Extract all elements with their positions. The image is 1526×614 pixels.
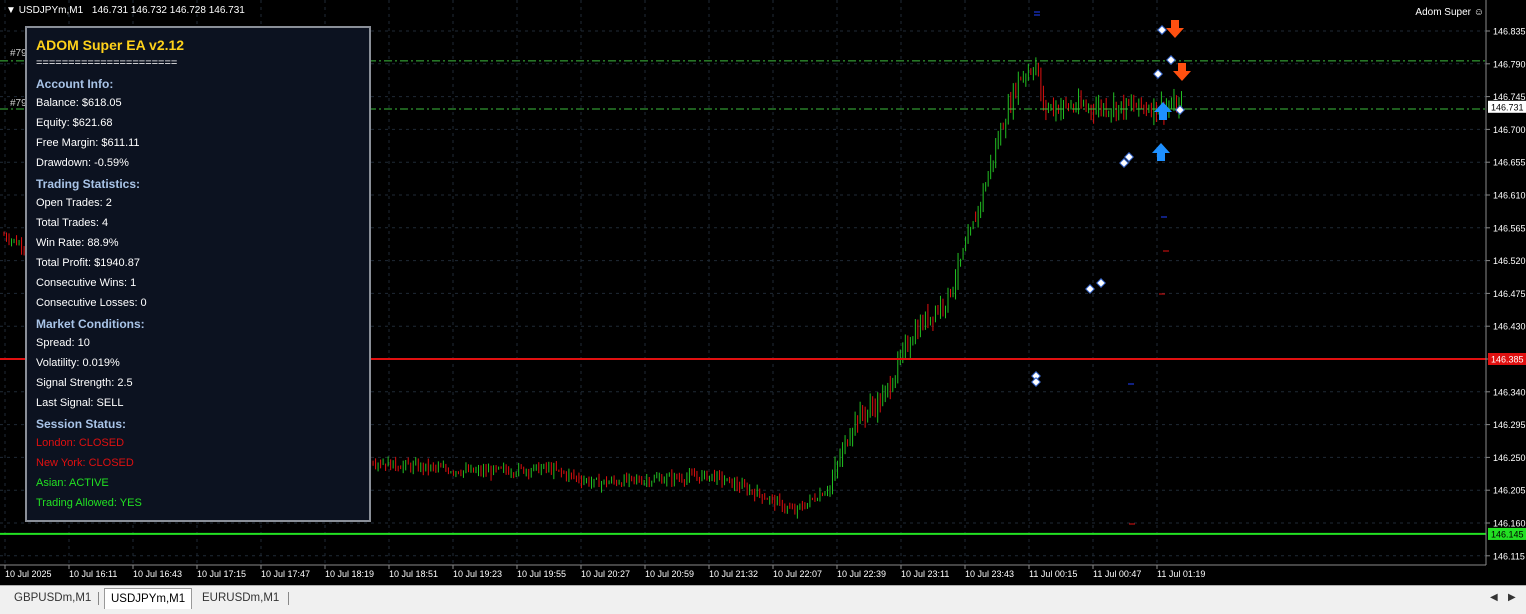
total-trades: Total Trades: 4: [36, 217, 109, 229]
y-tick-label: 146.610: [1493, 191, 1526, 201]
x-tick-label: 10 Jul 18:51: [389, 569, 438, 579]
x-tick-label: 10 Jul 16:43: [133, 569, 182, 579]
indicator-name: Adom Super: [1415, 7, 1471, 18]
tab-divider: [98, 592, 99, 605]
x-tick-label: 10 Jul 18:19: [325, 569, 374, 579]
x-tick-label: 10 Jul 21:32: [709, 569, 758, 579]
consecutive-wins: Consecutive Wins: 1: [36, 277, 137, 289]
scroll-left-icon[interactable]: ◀: [1490, 592, 1498, 603]
y-tick-label: 146.790: [1493, 59, 1526, 69]
x-tick-label: 10 Jul 16:11: [69, 569, 117, 579]
trading-allowed: Trading Allowed: YES: [36, 497, 142, 509]
y-tick-label: 146.430: [1493, 322, 1526, 332]
y-tick-label: 146.160: [1493, 519, 1526, 529]
tab-gbpusd[interactable]: GBPUSDm,M1: [8, 588, 97, 608]
y-tick-label: 146.250: [1493, 453, 1526, 463]
x-tick-label: 10 Jul 22:39: [837, 569, 886, 579]
y-tick-label: 146.340: [1493, 387, 1526, 397]
panel-title: ADOM Super EA v2.12: [36, 37, 185, 53]
tab-eurusd[interactable]: EURUSDm,M1: [196, 588, 285, 608]
x-tick-label: 10 Jul 23:43: [965, 569, 1014, 579]
account-header: Account Info:: [36, 77, 114, 91]
stats-header: Trading Statistics:: [36, 177, 141, 191]
y-tick-label: 146.835: [1493, 27, 1526, 37]
spread: Spread: 10: [36, 337, 90, 349]
x-tick-label: 10 Jul 23:11: [901, 569, 949, 579]
y-tick-label: 146.745: [1493, 92, 1526, 102]
current-price-tag: 146.731: [1491, 102, 1524, 112]
total-profit: Total Profit: $1940.87: [36, 257, 140, 269]
x-tick-label: 10 Jul 17:47: [261, 569, 310, 579]
tab-usdjpy[interactable]: USDJPYm,M1: [104, 588, 193, 609]
ea-info-panel: ADOM Super EA v2.12 ====================…: [25, 26, 371, 522]
x-tick-label: 11 Jul 00:15: [1029, 569, 1077, 579]
volatility: Volatility: 0.019%: [36, 357, 120, 369]
scroll-right-icon[interactable]: ▶: [1508, 592, 1516, 603]
session-asian: Asian: ACTIVE: [36, 477, 109, 489]
indicator-label[interactable]: Adom Super ☺: [1415, 7, 1484, 18]
symbol-label: USDJPYm,M1: [18, 5, 84, 16]
y-tick-label: 146.475: [1493, 289, 1526, 299]
y-tick-label: 146.655: [1493, 158, 1526, 168]
win-rate: Win Rate: 88.9%: [36, 237, 119, 249]
x-tick-label: 10 Jul 17:15: [197, 569, 246, 579]
smiley-icon: ☺: [1473, 7, 1484, 18]
session-london: London: CLOSED: [36, 437, 125, 449]
x-tick-label: 10 Jul 22:07: [773, 569, 822, 579]
chart-tabs-bar: GBPUSDm,M1 USDJPYm,M1 EURUSDm,M1 ◀ ▶: [0, 585, 1526, 614]
chart-header: ▼ USDJPYm,M1 146.731 146.732 146.728 146…: [6, 5, 245, 16]
market-header: Market Conditions:: [36, 317, 145, 331]
y-tick-label: 146.295: [1493, 420, 1526, 430]
last-signal: Last Signal: SELL: [36, 397, 124, 409]
ohlc-values: 146.731 146.732 146.728 146.731: [91, 5, 245, 16]
drawdown: Drawdown: -0.59%: [36, 157, 129, 169]
y-tick-label: 146.700: [1493, 125, 1526, 135]
x-tick-label: 10 Jul 19:23: [453, 569, 502, 579]
x-tick-label: 10 Jul 20:59: [645, 569, 694, 579]
consecutive-losses: Consecutive Losses: 0: [36, 297, 147, 309]
free-margin: Free Margin: $611.11: [36, 137, 140, 149]
balance: Balance: $618.05: [36, 97, 122, 109]
session-newyork: New York: CLOSED: [36, 457, 134, 469]
y-tick-label: 146.520: [1493, 256, 1526, 266]
green-line-tag: 146.145: [1491, 529, 1524, 539]
x-tick-label: 11 Jul 01:19: [1157, 569, 1205, 579]
tab-divider: [288, 592, 289, 605]
x-tick-label: 11 Jul 00:47: [1093, 569, 1141, 579]
chart-menu-triangle-icon[interactable]: ▼: [6, 5, 16, 16]
x-tick-label: 10 Jul 19:55: [517, 569, 566, 579]
y-tick-label: 146.565: [1493, 223, 1526, 233]
y-tick-label: 146.115: [1493, 551, 1525, 561]
x-tick-label: 10 Jul 20:27: [581, 569, 630, 579]
y-tick-label: 146.205: [1493, 486, 1526, 496]
red-line-tag: 146.385: [1491, 355, 1524, 365]
session-header: Session Status:: [36, 417, 127, 431]
x-tick-label: 10 Jul 2025: [5, 569, 52, 579]
open-trades: Open Trades: 2: [36, 197, 112, 209]
equity: Equity: $621.68: [36, 117, 113, 129]
signal-strength: Signal Strength: 2.5: [36, 377, 133, 389]
panel-separator: ======================: [36, 57, 178, 69]
